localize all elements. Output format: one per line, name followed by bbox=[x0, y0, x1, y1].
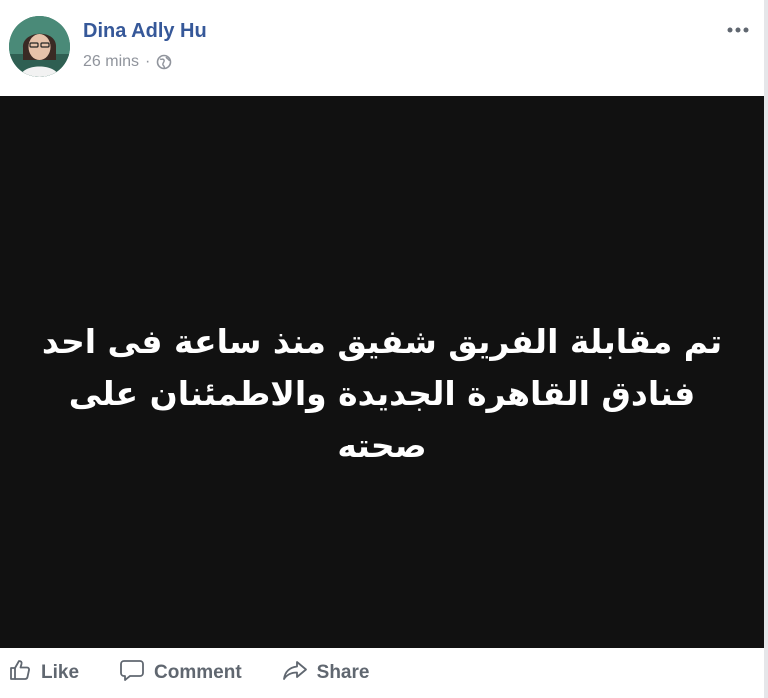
post-meta: 26 mins · bbox=[83, 52, 172, 72]
more-options-button[interactable] bbox=[722, 20, 754, 40]
meta-separator: · bbox=[145, 53, 151, 70]
post-header: Dina Adly Hu 26 mins · bbox=[0, 0, 764, 96]
post-card: Dina Adly Hu 26 mins · تم مقابلة الفريق … bbox=[0, 0, 768, 698]
share-arrow-icon bbox=[282, 658, 308, 688]
avatar-image bbox=[9, 16, 70, 77]
more-options-icon bbox=[727, 27, 749, 33]
speech-bubble-icon bbox=[119, 658, 145, 688]
post-actions-bar: Like Comment Share bbox=[0, 648, 764, 698]
post-timestamp[interactable]: 26 mins bbox=[83, 53, 139, 71]
post-image[interactable]: تم مقابلة الفريق شفيق منذ ساعة فى احد فن… bbox=[0, 96, 764, 648]
globe-icon[interactable] bbox=[156, 54, 172, 70]
comment-label: Comment bbox=[154, 662, 242, 683]
share-label: Share bbox=[316, 662, 370, 683]
share-button[interactable]: Share bbox=[282, 653, 370, 693]
thumbs-up-icon bbox=[8, 658, 32, 688]
post-image-text: تم مقابلة الفريق شفيق منذ ساعة فى احد فن… bbox=[41, 322, 723, 465]
comment-button[interactable]: Comment bbox=[119, 653, 242, 693]
like-button[interactable]: Like bbox=[8, 653, 79, 693]
avatar[interactable] bbox=[9, 16, 70, 77]
like-label: Like bbox=[41, 662, 80, 683]
author-name[interactable]: Dina Adly Hu bbox=[83, 20, 207, 43]
